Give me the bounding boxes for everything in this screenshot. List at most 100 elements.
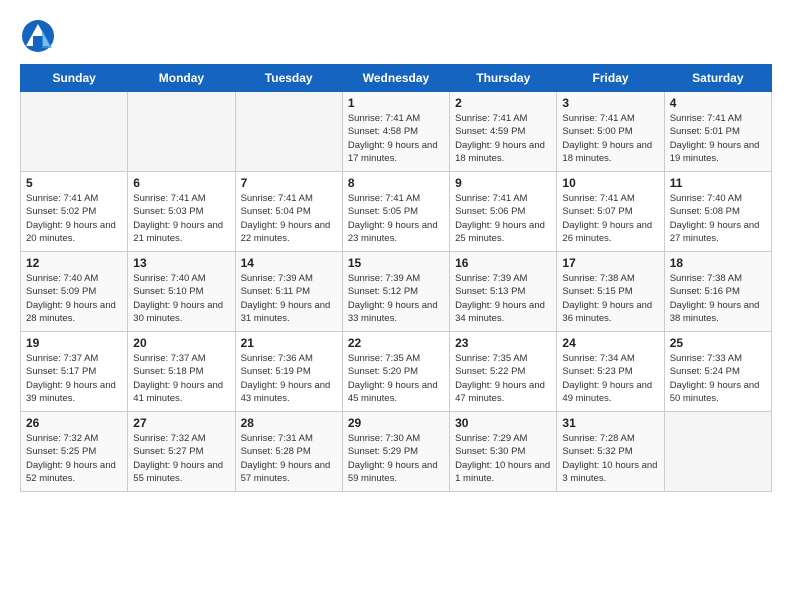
day-number: 17 bbox=[562, 256, 658, 270]
day-info: Sunrise: 7:30 AM Sunset: 5:29 PM Dayligh… bbox=[348, 432, 444, 485]
day-info: Sunrise: 7:36 AM Sunset: 5:19 PM Dayligh… bbox=[241, 352, 337, 405]
day-number: 13 bbox=[133, 256, 229, 270]
day-info: Sunrise: 7:32 AM Sunset: 5:25 PM Dayligh… bbox=[26, 432, 122, 485]
day-cell: 14 Sunrise: 7:39 AM Sunset: 5:11 PM Dayl… bbox=[235, 252, 342, 332]
day-cell bbox=[664, 412, 771, 492]
day-number: 12 bbox=[26, 256, 122, 270]
day-number: 2 bbox=[455, 96, 551, 110]
day-cell: 19 Sunrise: 7:37 AM Sunset: 5:17 PM Dayl… bbox=[21, 332, 128, 412]
day-info: Sunrise: 7:38 AM Sunset: 5:16 PM Dayligh… bbox=[670, 272, 766, 325]
week-row-1: 1 Sunrise: 7:41 AM Sunset: 4:58 PM Dayli… bbox=[21, 92, 772, 172]
day-cell: 23 Sunrise: 7:35 AM Sunset: 5:22 PM Dayl… bbox=[450, 332, 557, 412]
day-number: 15 bbox=[348, 256, 444, 270]
day-info: Sunrise: 7:37 AM Sunset: 5:18 PM Dayligh… bbox=[133, 352, 229, 405]
day-info: Sunrise: 7:41 AM Sunset: 5:05 PM Dayligh… bbox=[348, 192, 444, 245]
day-number: 22 bbox=[348, 336, 444, 350]
day-number: 23 bbox=[455, 336, 551, 350]
weekday-header-row: SundayMondayTuesdayWednesdayThursdayFrid… bbox=[21, 65, 772, 92]
day-cell bbox=[21, 92, 128, 172]
weekday-header-tuesday: Tuesday bbox=[235, 65, 342, 92]
day-number: 18 bbox=[670, 256, 766, 270]
day-cell: 20 Sunrise: 7:37 AM Sunset: 5:18 PM Dayl… bbox=[128, 332, 235, 412]
day-info: Sunrise: 7:41 AM Sunset: 5:02 PM Dayligh… bbox=[26, 192, 122, 245]
day-cell: 10 Sunrise: 7:41 AM Sunset: 5:07 PM Dayl… bbox=[557, 172, 664, 252]
weekday-header-thursday: Thursday bbox=[450, 65, 557, 92]
day-info: Sunrise: 7:28 AM Sunset: 5:32 PM Dayligh… bbox=[562, 432, 658, 485]
page: SundayMondayTuesdayWednesdayThursdayFrid… bbox=[0, 0, 792, 510]
day-info: Sunrise: 7:39 AM Sunset: 5:13 PM Dayligh… bbox=[455, 272, 551, 325]
day-cell: 30 Sunrise: 7:29 AM Sunset: 5:30 PM Dayl… bbox=[450, 412, 557, 492]
weekday-header-monday: Monday bbox=[128, 65, 235, 92]
day-number: 27 bbox=[133, 416, 229, 430]
day-cell: 15 Sunrise: 7:39 AM Sunset: 5:12 PM Dayl… bbox=[342, 252, 449, 332]
day-number: 16 bbox=[455, 256, 551, 270]
day-number: 26 bbox=[26, 416, 122, 430]
day-number: 14 bbox=[241, 256, 337, 270]
day-cell: 16 Sunrise: 7:39 AM Sunset: 5:13 PM Dayl… bbox=[450, 252, 557, 332]
day-cell: 17 Sunrise: 7:38 AM Sunset: 5:15 PM Dayl… bbox=[557, 252, 664, 332]
day-cell: 27 Sunrise: 7:32 AM Sunset: 5:27 PM Dayl… bbox=[128, 412, 235, 492]
day-cell: 6 Sunrise: 7:41 AM Sunset: 5:03 PM Dayli… bbox=[128, 172, 235, 252]
day-number: 30 bbox=[455, 416, 551, 430]
day-cell bbox=[235, 92, 342, 172]
day-number: 24 bbox=[562, 336, 658, 350]
day-info: Sunrise: 7:33 AM Sunset: 5:24 PM Dayligh… bbox=[670, 352, 766, 405]
day-cell: 24 Sunrise: 7:34 AM Sunset: 5:23 PM Dayl… bbox=[557, 332, 664, 412]
day-info: Sunrise: 7:41 AM Sunset: 4:59 PM Dayligh… bbox=[455, 112, 551, 165]
day-cell: 7 Sunrise: 7:41 AM Sunset: 5:04 PM Dayli… bbox=[235, 172, 342, 252]
day-number: 19 bbox=[26, 336, 122, 350]
day-number: 28 bbox=[241, 416, 337, 430]
header bbox=[20, 18, 772, 54]
day-cell: 11 Sunrise: 7:40 AM Sunset: 5:08 PM Dayl… bbox=[664, 172, 771, 252]
day-cell: 25 Sunrise: 7:33 AM Sunset: 5:24 PM Dayl… bbox=[664, 332, 771, 412]
day-info: Sunrise: 7:38 AM Sunset: 5:15 PM Dayligh… bbox=[562, 272, 658, 325]
calendar-table: SundayMondayTuesdayWednesdayThursdayFrid… bbox=[20, 64, 772, 492]
day-cell: 1 Sunrise: 7:41 AM Sunset: 4:58 PM Dayli… bbox=[342, 92, 449, 172]
day-cell: 2 Sunrise: 7:41 AM Sunset: 4:59 PM Dayli… bbox=[450, 92, 557, 172]
day-number: 21 bbox=[241, 336, 337, 350]
week-row-5: 26 Sunrise: 7:32 AM Sunset: 5:25 PM Dayl… bbox=[21, 412, 772, 492]
day-info: Sunrise: 7:29 AM Sunset: 5:30 PM Dayligh… bbox=[455, 432, 551, 485]
day-info: Sunrise: 7:41 AM Sunset: 4:58 PM Dayligh… bbox=[348, 112, 444, 165]
weekday-header-sunday: Sunday bbox=[21, 65, 128, 92]
day-cell: 21 Sunrise: 7:36 AM Sunset: 5:19 PM Dayl… bbox=[235, 332, 342, 412]
day-number: 1 bbox=[348, 96, 444, 110]
day-cell: 13 Sunrise: 7:40 AM Sunset: 5:10 PM Dayl… bbox=[128, 252, 235, 332]
day-info: Sunrise: 7:32 AM Sunset: 5:27 PM Dayligh… bbox=[133, 432, 229, 485]
day-number: 25 bbox=[670, 336, 766, 350]
weekday-header-friday: Friday bbox=[557, 65, 664, 92]
day-number: 6 bbox=[133, 176, 229, 190]
week-row-4: 19 Sunrise: 7:37 AM Sunset: 5:17 PM Dayl… bbox=[21, 332, 772, 412]
day-cell: 5 Sunrise: 7:41 AM Sunset: 5:02 PM Dayli… bbox=[21, 172, 128, 252]
day-number: 20 bbox=[133, 336, 229, 350]
day-cell: 26 Sunrise: 7:32 AM Sunset: 5:25 PM Dayl… bbox=[21, 412, 128, 492]
day-info: Sunrise: 7:35 AM Sunset: 5:22 PM Dayligh… bbox=[455, 352, 551, 405]
weekday-header-saturday: Saturday bbox=[664, 65, 771, 92]
day-info: Sunrise: 7:41 AM Sunset: 5:07 PM Dayligh… bbox=[562, 192, 658, 245]
day-info: Sunrise: 7:35 AM Sunset: 5:20 PM Dayligh… bbox=[348, 352, 444, 405]
day-cell: 28 Sunrise: 7:31 AM Sunset: 5:28 PM Dayl… bbox=[235, 412, 342, 492]
day-info: Sunrise: 7:41 AM Sunset: 5:03 PM Dayligh… bbox=[133, 192, 229, 245]
day-number: 8 bbox=[348, 176, 444, 190]
logo-icon bbox=[20, 18, 56, 54]
day-info: Sunrise: 7:34 AM Sunset: 5:23 PM Dayligh… bbox=[562, 352, 658, 405]
day-number: 10 bbox=[562, 176, 658, 190]
day-number: 3 bbox=[562, 96, 658, 110]
day-cell: 4 Sunrise: 7:41 AM Sunset: 5:01 PM Dayli… bbox=[664, 92, 771, 172]
day-info: Sunrise: 7:40 AM Sunset: 5:09 PM Dayligh… bbox=[26, 272, 122, 325]
day-info: Sunrise: 7:41 AM Sunset: 5:00 PM Dayligh… bbox=[562, 112, 658, 165]
logo bbox=[20, 18, 60, 54]
day-number: 9 bbox=[455, 176, 551, 190]
day-cell: 8 Sunrise: 7:41 AM Sunset: 5:05 PM Dayli… bbox=[342, 172, 449, 252]
day-cell: 12 Sunrise: 7:40 AM Sunset: 5:09 PM Dayl… bbox=[21, 252, 128, 332]
day-number: 4 bbox=[670, 96, 766, 110]
day-info: Sunrise: 7:41 AM Sunset: 5:06 PM Dayligh… bbox=[455, 192, 551, 245]
day-number: 31 bbox=[562, 416, 658, 430]
day-info: Sunrise: 7:40 AM Sunset: 5:10 PM Dayligh… bbox=[133, 272, 229, 325]
day-number: 29 bbox=[348, 416, 444, 430]
week-row-2: 5 Sunrise: 7:41 AM Sunset: 5:02 PM Dayli… bbox=[21, 172, 772, 252]
day-number: 7 bbox=[241, 176, 337, 190]
day-cell: 22 Sunrise: 7:35 AM Sunset: 5:20 PM Dayl… bbox=[342, 332, 449, 412]
day-number: 11 bbox=[670, 176, 766, 190]
day-info: Sunrise: 7:37 AM Sunset: 5:17 PM Dayligh… bbox=[26, 352, 122, 405]
